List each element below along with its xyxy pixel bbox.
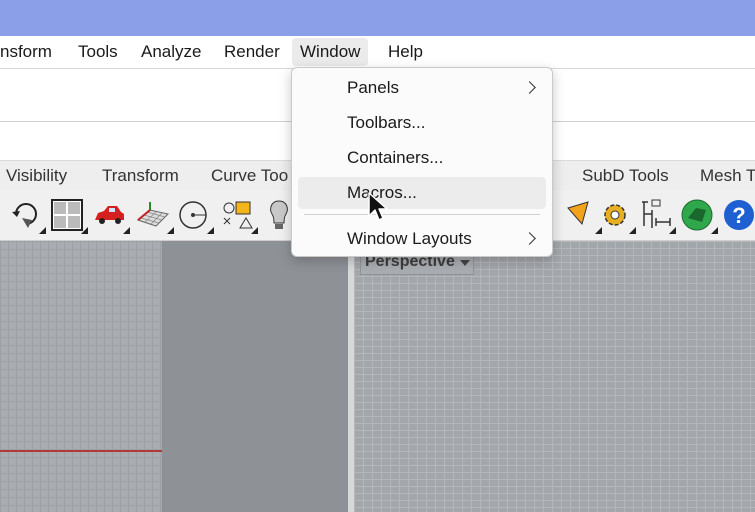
menu-transform[interactable]: nsform [0,36,60,68]
title-bar [0,0,755,36]
menu-separator [304,214,540,215]
menu-item-panels[interactable]: Panels [298,72,546,104]
tab-visibility[interactable]: Visibility [6,161,67,191]
chevron-down-icon [459,260,470,266]
window-menu-dropdown: Panels Toolbars... Containers... Macros.… [291,67,553,257]
menu-item-toolbars[interactable]: Toolbars... [298,107,546,139]
menu-item-label: Window Layouts [347,229,472,248]
help-icon[interactable]: ? [722,198,755,232]
menu-window[interactable]: Window [292,38,369,66]
menu-bar: nsform Tools Analyze Render Window Help [0,36,755,69]
menu-render[interactable]: Render [216,36,288,68]
cone-icon[interactable] [564,198,602,234]
circle-point-icon[interactable] [176,198,214,234]
construction-grid [0,241,163,512]
rotate-view-icon[interactable] [8,198,46,234]
car-icon[interactable] [92,198,130,234]
tab-curve-tools[interactable]: Curve Too [211,161,288,191]
grid-plane-icon[interactable] [136,198,174,234]
menu-item-macros[interactable]: Macros... [298,177,546,209]
tab-transform[interactable]: Transform [102,161,179,191]
chevron-right-icon [523,81,536,94]
menu-tools[interactable]: Tools [70,36,126,68]
menu-help[interactable]: Help [380,36,431,68]
gear-icon[interactable] [598,198,636,234]
four-viewports-icon[interactable] [50,198,88,234]
mouse-cursor-icon [368,192,390,222]
menu-analyze[interactable]: Analyze [133,36,209,68]
perspective-viewport[interactable]: Perspective [354,241,755,512]
tab-mesh-tools[interactable]: Mesh T [700,161,755,191]
x-axis-line [0,450,162,452]
menu-item-label: Panels [347,78,399,97]
svg-text:?: ? [732,203,745,228]
menu-item-containers[interactable]: Containers... [298,142,546,174]
chevron-right-icon [523,232,536,245]
tab-subd-tools[interactable]: SubD Tools [582,161,669,191]
menu-item-window-layouts[interactable]: Window Layouts [298,223,546,255]
globe-icon[interactable] [680,198,718,234]
menu-item-label: Toolbars... [347,113,426,132]
menu-item-label: Containers... [347,148,444,167]
shapes-icon[interactable] [220,198,258,234]
dimension-icon[interactable] [638,198,676,234]
top-viewport[interactable] [0,241,348,512]
